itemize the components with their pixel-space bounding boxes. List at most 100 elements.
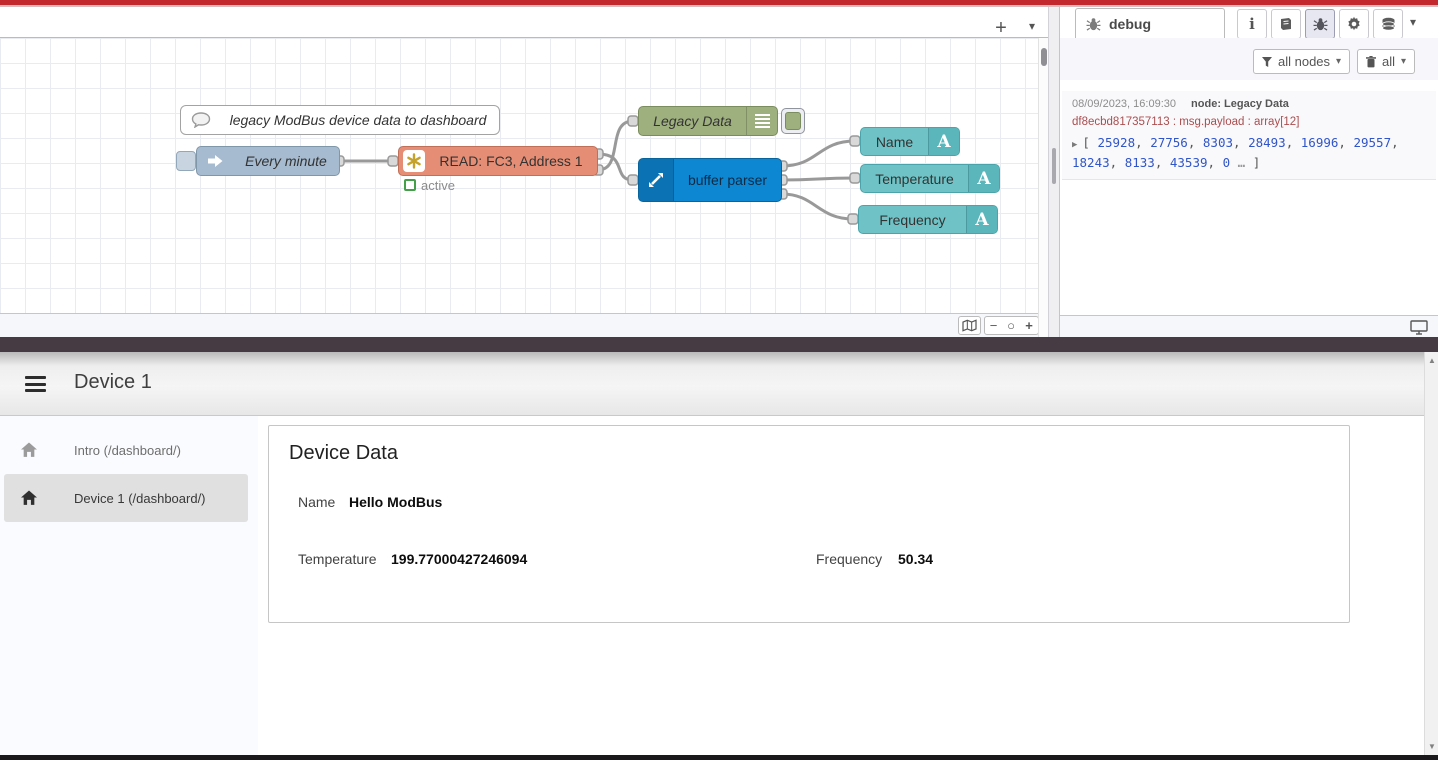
- ui-text-node-frequency[interactable]: Frequency A: [858, 205, 998, 234]
- comment-bubble-icon: [191, 112, 211, 128]
- port[interactable]: [628, 116, 638, 126]
- device-data-card: Device Data Name Hello ModBus Temperatur…: [268, 425, 1350, 623]
- map-icon: [962, 319, 977, 332]
- modbus-read-node[interactable]: READ: FC3, Address 1: [398, 146, 598, 176]
- nav-item-label: Device 1 (/dashboard/): [74, 491, 206, 506]
- dashboard-scrollbar[interactable]: ▲ ▼: [1424, 352, 1438, 755]
- inject-node[interactable]: Every minute: [196, 146, 340, 176]
- zoom-reset-button[interactable]: ○: [1002, 316, 1021, 335]
- info-icon: i: [1249, 15, 1255, 33]
- message-timestamp: 08/09/2023, 16:09:30: [1072, 98, 1176, 110]
- inject-trigger-button[interactable]: [176, 151, 196, 171]
- inject-label: Every minute: [233, 153, 339, 169]
- debug-tab-button[interactable]: [1305, 9, 1335, 39]
- comment-node[interactable]: legacy ModBus device data to dashboard: [180, 105, 500, 135]
- buffer-parser-node[interactable]: buffer parser: [638, 158, 782, 202]
- navigator-button[interactable]: [958, 316, 981, 335]
- port[interactable]: [850, 136, 860, 146]
- home-icon: [20, 442, 38, 458]
- nav-item-intro[interactable]: Intro (/dashboard/): [4, 426, 248, 474]
- zoom-in-button[interactable]: +: [1020, 316, 1039, 335]
- status-text: active: [421, 178, 455, 193]
- gear-icon: [1346, 16, 1362, 32]
- message-path: df8ecbd817357113 : msg.payload : array[1…: [1072, 116, 1426, 128]
- scrollbar-thumb[interactable]: [1041, 48, 1047, 66]
- comment-label: legacy ModBus device data to dashboard: [217, 112, 499, 128]
- wire[interactable]: [782, 141, 855, 166]
- clear-label: all: [1382, 54, 1395, 69]
- config-nodes-tab-button[interactable]: [1339, 9, 1369, 39]
- debug-node-label: Legacy Data: [639, 113, 746, 129]
- expand-caret-icon[interactable]: ▶: [1072, 140, 1077, 150]
- clear-messages-button[interactable]: all ▾: [1357, 49, 1415, 74]
- sidebar-footer: [1060, 315, 1438, 338]
- zoom-out-button[interactable]: −: [984, 316, 1003, 335]
- modbus-status: active: [404, 179, 455, 191]
- payload-open-bracket: [: [1082, 135, 1097, 150]
- expand-arrows-icon: [639, 159, 674, 201]
- caret-down-icon: ▾: [1336, 56, 1341, 67]
- filter-label: all nodes: [1278, 54, 1330, 69]
- debug-message[interactable]: 08/09/2023, 16:09:30 node: Legacy Data d…: [1062, 91, 1436, 180]
- splitter-handle[interactable]: [1052, 148, 1056, 184]
- port[interactable]: [388, 156, 398, 166]
- modbus-icon: [403, 150, 425, 172]
- ui-text-label: Frequency: [859, 212, 966, 228]
- scroll-up-arrow[interactable]: ▲: [1425, 356, 1438, 365]
- dashboard-window: Device 1 Intro (/dashboard/) Device 1 (/…: [0, 352, 1438, 755]
- debug-node-legacy-data[interactable]: Legacy Data: [638, 106, 778, 136]
- debug-message-list[interactable]: 08/09/2023, 16:09:30 node: Legacy Data d…: [1060, 80, 1438, 315]
- home-icon: [20, 490, 38, 506]
- debug-toggle-inner: [785, 112, 801, 130]
- debug-enable-toggle[interactable]: [781, 108, 805, 134]
- ui-text-label: Temperature: [861, 171, 968, 187]
- app-root: + ▾: [0, 0, 1438, 760]
- ui-text-label: Name: [861, 134, 928, 150]
- text-a-icon: A: [966, 206, 997, 233]
- message-payload: ▶[ 25928, 27756, 8303, 28493, 16996, 295…: [1072, 133, 1424, 172]
- port[interactable]: [628, 175, 638, 185]
- port[interactable]: [848, 214, 858, 224]
- filter-nodes-button[interactable]: all nodes ▾: [1253, 49, 1350, 74]
- context-data-tab-button[interactable]: [1373, 9, 1403, 39]
- status-square-icon: [404, 179, 416, 191]
- tab-debug[interactable]: debug: [1075, 8, 1225, 38]
- funnel-icon: [1262, 57, 1272, 67]
- message-source-node: node: Legacy Data: [1191, 98, 1289, 110]
- dashboard-page-title: Device 1: [74, 371, 152, 394]
- ui-text-node-name[interactable]: Name A: [860, 127, 960, 156]
- flow-list-caret-button[interactable]: ▾: [1022, 19, 1042, 39]
- menu-hamburger-icon[interactable]: [25, 376, 46, 392]
- canvas-vertical-scrollbar[interactable]: [1038, 38, 1048, 337]
- canvas-footer: − ○ +: [0, 313, 1038, 337]
- trash-icon: [1366, 56, 1376, 68]
- info-tab-button[interactable]: i: [1237, 9, 1267, 39]
- nav-item-label: Intro (/dashboard/): [74, 443, 181, 458]
- sidebar-splitter[interactable]: [1048, 7, 1060, 337]
- temperature-label: Temperature: [298, 551, 377, 567]
- port[interactable]: [850, 173, 860, 183]
- ui-text-node-temperature[interactable]: Temperature A: [860, 164, 1000, 193]
- temperature-value: 199.77000427246094: [391, 551, 527, 567]
- sidebar-menu-caret[interactable]: ▾: [1410, 15, 1416, 29]
- wire[interactable]: [782, 178, 855, 180]
- window-bottom-edge: [0, 755, 1438, 760]
- text-a-icon: A: [928, 128, 959, 155]
- name-label: Name: [298, 494, 335, 510]
- frequency-value: 50.34: [898, 551, 933, 567]
- wire[interactable]: [782, 194, 853, 219]
- dashboard-toolbar: Device 1: [0, 352, 1438, 416]
- window-separator: [0, 337, 1438, 352]
- tab-debug-label: debug: [1109, 16, 1151, 32]
- scroll-down-arrow[interactable]: ▼: [1425, 742, 1438, 751]
- bug-icon: [1313, 17, 1328, 31]
- modbus-label: READ: FC3, Address 1: [425, 153, 597, 169]
- monitor-icon[interactable]: [1410, 320, 1428, 335]
- dashboard-sidenav: Intro (/dashboard/) Device 1 (/dashboard…: [0, 416, 259, 755]
- nav-item-device-1[interactable]: Device 1 (/dashboard/): [4, 474, 248, 522]
- flow-canvas[interactable]: legacy ModBus device data to dashboard E…: [0, 38, 1038, 313]
- frequency-label: Frequency: [816, 551, 882, 567]
- help-tab-button[interactable]: [1271, 9, 1301, 39]
- card-title: Device Data: [289, 442, 398, 465]
- parser-label: buffer parser: [674, 172, 781, 188]
